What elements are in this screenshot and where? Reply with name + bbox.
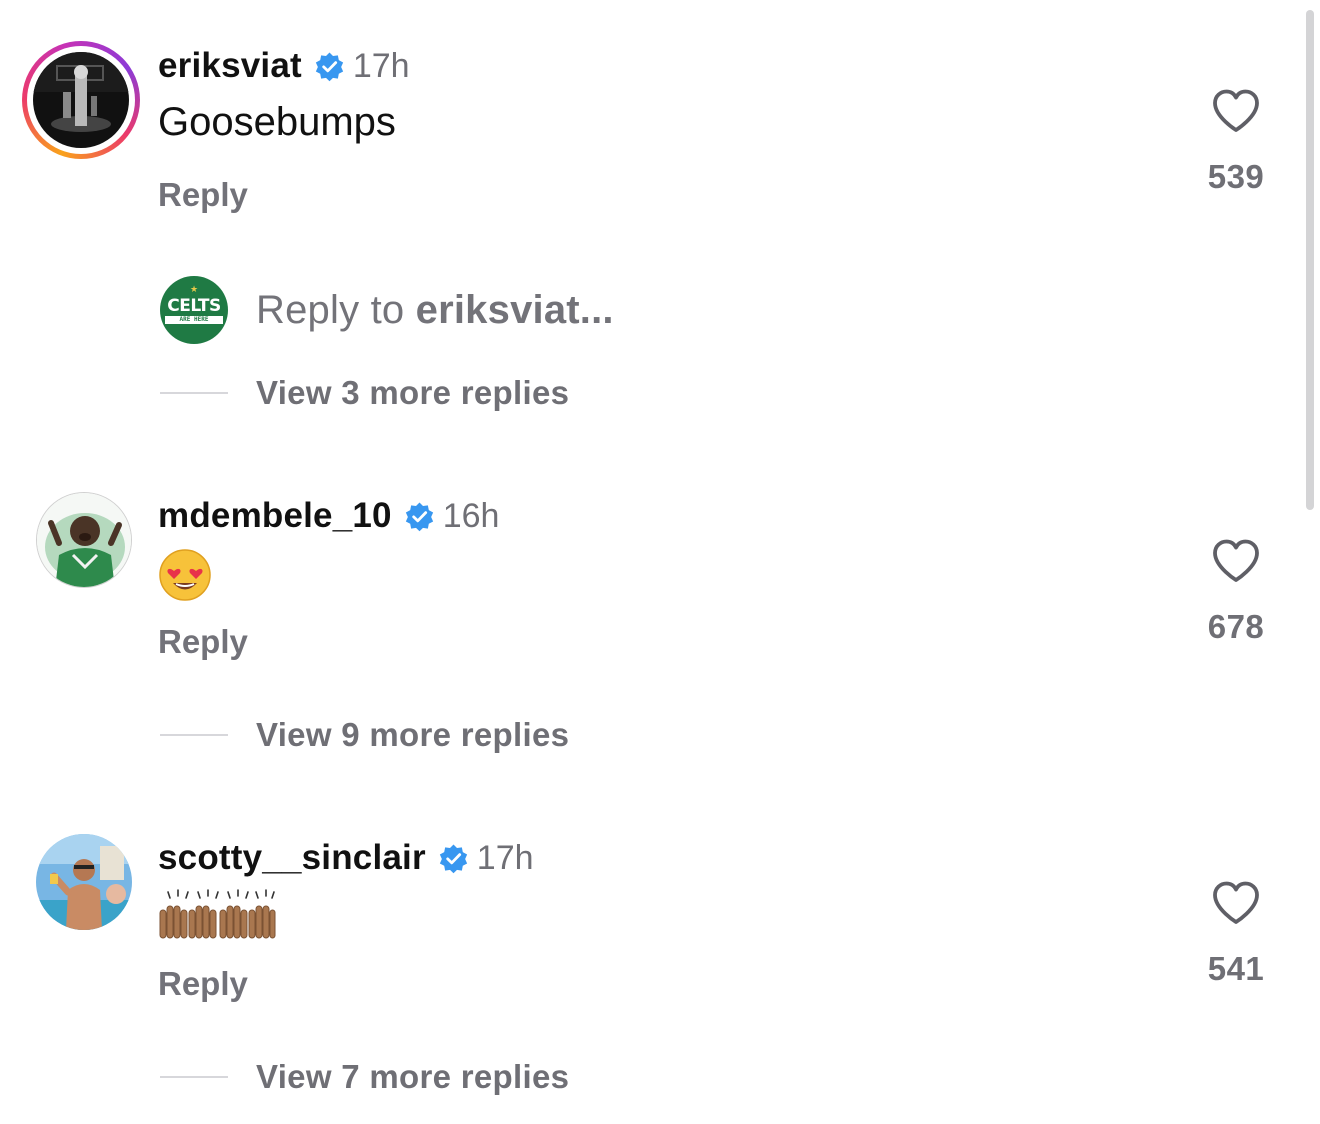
heart-outline-icon[interactable]: [1211, 88, 1261, 134]
avatar[interactable]: [36, 834, 132, 930]
avatar-logo-subtext: ARE HERE: [165, 316, 223, 324]
comment-time: 16h: [442, 496, 500, 535]
scrollbar[interactable]: [1306, 10, 1314, 510]
like-count: 678: [1207, 608, 1265, 645]
reply-input-placeholder: Reply to eriksviat...: [256, 287, 614, 332]
view-more-replies-label: View 3 more replies: [256, 374, 570, 411]
like-block: 539: [1190, 88, 1282, 196]
avatar[interactable]: [33, 52, 129, 148]
like-count: 539: [1207, 158, 1265, 195]
view-more-replies-label: View 7 more replies: [256, 1058, 570, 1095]
heart-outline-icon[interactable]: [1211, 880, 1261, 926]
view-more-replies-button[interactable]: View 7 more replies: [160, 1058, 569, 1096]
like-block: 678: [1190, 538, 1282, 646]
comment-header: eriksviat 17h: [158, 44, 410, 88]
reply-button[interactable]: Reply: [158, 965, 248, 1003]
verified-badge-icon: [439, 844, 467, 873]
username[interactable]: eriksviat: [158, 46, 302, 86]
divider: [160, 1076, 228, 1078]
star-icon: ★: [189, 284, 199, 294]
comment-header: mdembele_10 16h: [158, 494, 499, 538]
comment-emoji: [158, 888, 276, 954]
view-more-replies-label: View 9 more replies: [256, 716, 570, 753]
current-user-avatar: ★ CELTS ARE HERE: [160, 276, 228, 344]
heart-eyes-emoji-icon: [159, 549, 211, 601]
verified-badge-icon: [405, 502, 433, 531]
comment-time: 17h: [352, 46, 410, 85]
reply-input[interactable]: ★ CELTS ARE HERE Reply to eriksviat...: [160, 276, 614, 344]
divider: [160, 734, 228, 736]
view-more-replies-button[interactable]: View 9 more replies: [160, 716, 569, 754]
like-count: 541: [1207, 950, 1265, 987]
username[interactable]: scotty__sinclair: [158, 838, 426, 878]
divider: [160, 392, 228, 394]
raising-hands-emoji-icon: [159, 889, 276, 939]
like-block: 541: [1190, 880, 1282, 988]
comment-time: 17h: [476, 838, 534, 877]
comment-emoji: [158, 548, 212, 612]
view-more-replies-button[interactable]: View 3 more replies: [160, 374, 569, 412]
avatar-logo-text: CELTS: [167, 296, 221, 316]
username[interactable]: mdembele_10: [158, 496, 392, 536]
reply-button[interactable]: Reply: [158, 176, 248, 214]
reply-button[interactable]: Reply: [158, 623, 248, 661]
verified-badge-icon: [315, 52, 343, 81]
comment-text: Goosebumps: [158, 100, 396, 144]
comment-header: scotty__sinclair 17h: [158, 836, 534, 880]
heart-outline-icon[interactable]: [1211, 538, 1261, 584]
avatar[interactable]: [36, 492, 132, 588]
